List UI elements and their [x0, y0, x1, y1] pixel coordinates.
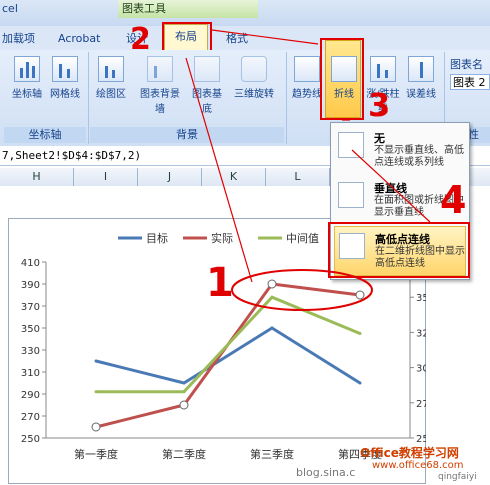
annotation-number-3: 3: [368, 86, 391, 124]
watermark-site-url: www.office68.com: [372, 460, 464, 471]
annotation-number-1: 1: [206, 260, 234, 306]
annotation-number-4: 4: [440, 178, 467, 222]
annotation-ellipse: [231, 269, 373, 311]
annotation-arrow: [211, 29, 319, 45]
watermark-author: qingfaiyi: [438, 472, 477, 482]
annotation-overlay: [185, 29, 431, 311]
watermark-blog: blog.sina.c: [296, 466, 356, 479]
annotation-number-2: 2: [130, 22, 151, 57]
watermark-site-name: Office教程学习网: [360, 446, 459, 460]
annotation-arrow: [185, 57, 253, 283]
annotation-arrow: [351, 149, 431, 223]
